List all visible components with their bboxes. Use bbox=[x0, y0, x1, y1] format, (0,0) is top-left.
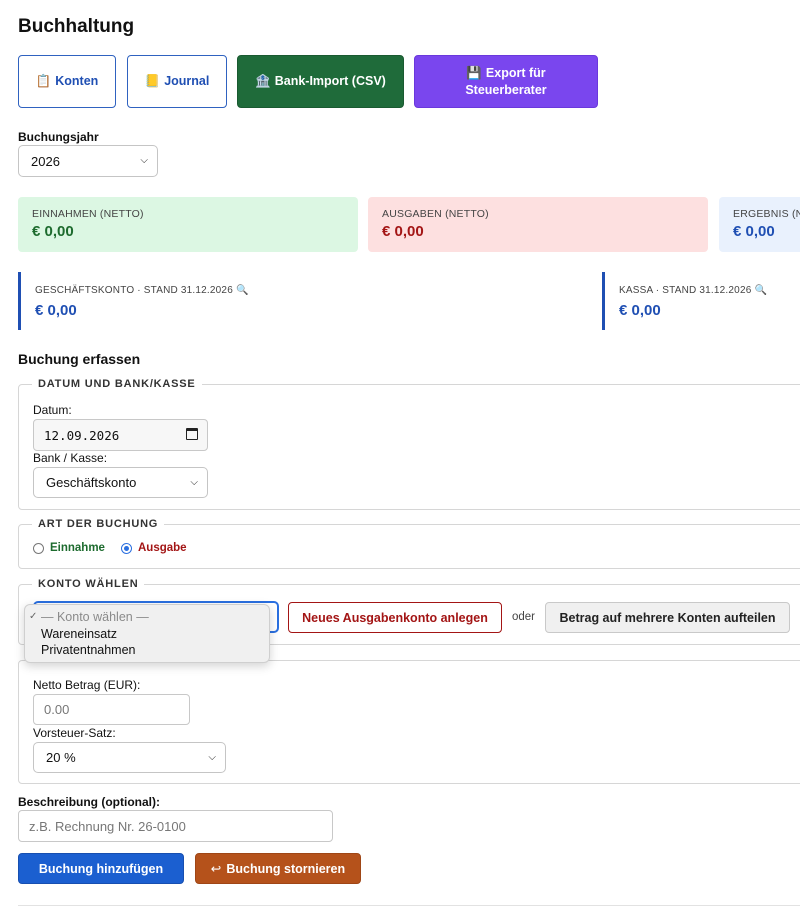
net-amount-label: Netto Betrag (EUR): bbox=[33, 678, 141, 692]
account-card-kassa: KASSA · STAND 31.12.2026 🔍 € 0,00 bbox=[602, 272, 800, 330]
export-label-line1: Export für bbox=[485, 65, 546, 80]
split-amount-button[interactable]: Betrag auf mehrere Konten aufteilen bbox=[545, 602, 790, 633]
year-select[interactable]: 2026 ⌵ bbox=[18, 145, 158, 177]
account-value: € 0,00 bbox=[619, 302, 661, 319]
form-heading: Buchung erfassen bbox=[18, 351, 141, 367]
undo-icon: ↩ bbox=[210, 861, 222, 876]
description-input[interactable]: z.B. Rechnung Nr. 26-0100 bbox=[18, 810, 333, 842]
dropdown-option[interactable]: Privatentnahmen bbox=[25, 642, 269, 659]
cancel-booking-button[interactable]: ↩ Buchung stornieren bbox=[195, 853, 361, 884]
income-card: EINNAHMEN (NETTO) € 0,00 bbox=[18, 197, 358, 252]
year-label: Buchungsjahr bbox=[18, 130, 99, 144]
net-amount-input[interactable]: 0.00 bbox=[33, 694, 190, 725]
account-caption: GESCHÄFTSKONTO · STAND 31.12.2026 bbox=[35, 285, 233, 296]
ledger-icon: 📒 bbox=[144, 73, 161, 89]
account-value: € 0,00 bbox=[35, 302, 77, 319]
income-value: € 0,00 bbox=[32, 223, 74, 240]
journal-button[interactable]: 📒 Journal bbox=[127, 55, 227, 108]
date-value: 12.09.2026 bbox=[44, 427, 120, 443]
income-radio[interactable] bbox=[33, 543, 44, 554]
result-value: € 0,00 bbox=[733, 223, 775, 240]
net-amount-placeholder: 0.00 bbox=[44, 702, 70, 717]
account-choice-legend: KONTO WÄHLEN bbox=[38, 578, 139, 590]
date-input[interactable]: 12.09.2026 bbox=[33, 419, 208, 451]
calendar-icon[interactable] bbox=[186, 428, 198, 440]
expenses-card: AUSGABEN (NETTO) € 0,00 bbox=[368, 197, 708, 252]
or-text: oder bbox=[512, 611, 536, 623]
clipboard-icon: 📋 bbox=[35, 73, 52, 89]
export-button[interactable]: 💾 Export für Steuerberater bbox=[414, 55, 598, 108]
booking-type-section: ART DER BUCHUNG bbox=[18, 518, 800, 569]
bank-import-label: Bank-Import (CSV) bbox=[274, 74, 386, 89]
bank-select-value: Geschäftskonto bbox=[46, 475, 137, 490]
konten-label: Konten bbox=[55, 74, 99, 89]
tax-rate-label: Vorsteuer-Satz: bbox=[33, 726, 116, 740]
new-expense-account-button[interactable]: Neues Ausgabenkonto anlegen bbox=[288, 602, 502, 633]
dropdown-option[interactable]: Wareneinsatz bbox=[25, 626, 269, 643]
bank-import-button[interactable]: 🏦 Bank-Import (CSV) bbox=[237, 55, 404, 108]
expense-radio[interactable] bbox=[121, 543, 132, 554]
chevron-down-icon: ⌵ bbox=[208, 751, 216, 763]
journal-label: Journal bbox=[164, 74, 210, 89]
bank-label: Bank / Kasse: bbox=[33, 451, 108, 465]
description-label: Beschreibung (optional): bbox=[18, 795, 160, 809]
chevron-down-icon: ⌵ bbox=[140, 154, 148, 166]
year-select-value: 2026 bbox=[31, 153, 60, 169]
export-label-line2: Steuerberater bbox=[465, 82, 547, 97]
cancel-booking-label: Buchung stornieren bbox=[226, 861, 346, 876]
dropdown-option[interactable]: ✓ — Konto wählen — bbox=[25, 609, 269, 626]
account-caption: KASSA · STAND 31.12.2026 bbox=[619, 285, 752, 296]
description-placeholder: z.B. Rechnung Nr. 26-0100 bbox=[29, 818, 186, 834]
account-dropdown-list[interactable]: ✓ — Konto wählen — Wareneinsatz Privaten… bbox=[24, 604, 270, 663]
magnifier-icon[interactable]: 🔍 bbox=[754, 285, 767, 296]
income-radio-label[interactable]: Einnahme bbox=[50, 542, 105, 554]
tax-rate-value: 20 % bbox=[46, 750, 76, 765]
bank-select[interactable]: Geschäftskonto ⌵ bbox=[33, 467, 208, 498]
add-booking-button[interactable]: Buchung hinzufügen bbox=[18, 853, 184, 884]
tax-rate-select[interactable]: 20 % ⌵ bbox=[33, 742, 226, 773]
date-bank-legend: DATUM UND BANK/KASSE bbox=[38, 378, 196, 390]
booking-type-legend: ART DER BUCHUNG bbox=[38, 518, 159, 530]
income-caption: EINNAHMEN (NETTO) bbox=[32, 208, 144, 220]
floppy-disk-icon: 💾 bbox=[466, 64, 482, 80]
checkmark-icon: ✓ bbox=[29, 611, 38, 622]
divider bbox=[18, 905, 800, 906]
bank-icon: 🏦 bbox=[255, 73, 271, 89]
result-card: ERGEBNIS (N € 0,00 bbox=[719, 197, 800, 252]
expenses-value: € 0,00 bbox=[382, 223, 424, 240]
magnifier-icon[interactable]: 🔍 bbox=[236, 285, 249, 296]
chevron-down-icon: ⌵ bbox=[190, 476, 198, 488]
page-title: Buchhaltung bbox=[18, 16, 135, 37]
expenses-caption: AUSGABEN (NETTO) bbox=[382, 208, 489, 220]
expense-radio-label[interactable]: Ausgabe bbox=[138, 542, 187, 554]
result-caption: ERGEBNIS (N bbox=[733, 208, 800, 220]
account-card-geschaeftskonto: GESCHÄFTSKONTO · STAND 31.12.2026 🔍 € 0,… bbox=[18, 272, 318, 330]
konten-button[interactable]: 📋 Konten bbox=[18, 55, 116, 108]
date-label: Datum: bbox=[33, 403, 72, 417]
